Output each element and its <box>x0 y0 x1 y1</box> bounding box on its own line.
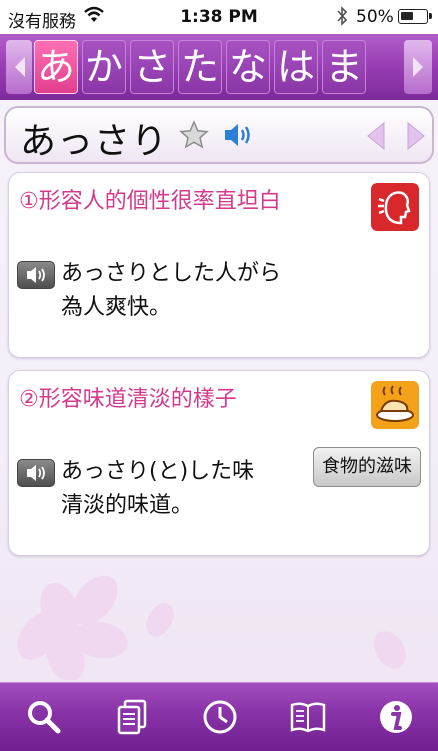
kana-nav-bar: あかさたなはま <box>0 34 438 100</box>
info-icon[interactable] <box>376 697 416 737</box>
sense-title: ②形容味道清淡的樣子 <box>19 387 237 412</box>
speaker-icon <box>27 465 45 481</box>
kana-scroll-right-button[interactable] <box>404 40 432 94</box>
kana-tab[interactable]: あ <box>34 40 78 94</box>
previous-word-icon[interactable] <box>364 120 388 152</box>
kana-tab[interactable]: か <box>82 40 126 94</box>
bottom-toolbar <box>0 682 438 751</box>
bluetooth-icon <box>337 6 348 26</box>
notebook-icon[interactable] <box>288 697 328 737</box>
example-japanese: あっさりとした人がら <box>61 261 282 286</box>
kana-tab[interactable]: な <box>226 40 270 94</box>
sense-card-2: ②形容味道清淡的樣子 あっさり(と)した味 清淡的味道。 食物的滋味 <box>8 370 430 556</box>
sense-title: ①形容人的個性很率直坦白 <box>19 189 281 214</box>
cards-icon[interactable] <box>112 697 152 737</box>
category-tag-button[interactable]: 食物的滋味 <box>313 447 421 487</box>
example-text: あっさり(と)した味 清淡的味道。 <box>61 455 254 523</box>
status-bar: 沒有服務 1:38 PM 50% <box>0 0 438 34</box>
kana-tab[interactable]: は <box>274 40 318 94</box>
kana-tab[interactable]: た <box>178 40 222 94</box>
example-text: あっさりとした人がら 為人爽快。 <box>61 257 281 325</box>
kana-tab[interactable]: さ <box>130 40 174 94</box>
example-speaker-button[interactable] <box>17 459 55 487</box>
example-translation: 為人爽快。 <box>61 295 172 320</box>
example-japanese: あっさり(と)した味 <box>61 459 255 484</box>
battery-percent: 50% <box>356 7 394 27</box>
favorite-star-icon[interactable] <box>179 120 209 150</box>
battery-icon <box>398 9 432 24</box>
pronounce-speaker-icon[interactable] <box>222 120 254 150</box>
next-word-icon[interactable] <box>404 120 428 152</box>
roast-chicken-icon <box>371 381 419 429</box>
kana-tab[interactable]: ま <box>322 40 366 94</box>
sakura-decoration <box>17 575 406 680</box>
sense-card-1: ①形容人的個性很率直坦白 あっさりとした人がら 為人爽快。 <box>8 172 430 358</box>
kana-tabs: あかさたなはま <box>34 40 366 94</box>
word-header: あっさり <box>4 106 434 164</box>
example-speaker-button[interactable] <box>17 261 55 289</box>
search-icon[interactable] <box>24 697 64 737</box>
speaker-icon <box>27 267 45 283</box>
example-translation: 清淡的味道。 <box>61 493 194 518</box>
history-clock-icon[interactable] <box>200 697 240 737</box>
headword: あっさり <box>20 121 169 162</box>
face-speaking-icon <box>371 183 419 231</box>
kana-scroll-left-button[interactable] <box>6 40 32 94</box>
